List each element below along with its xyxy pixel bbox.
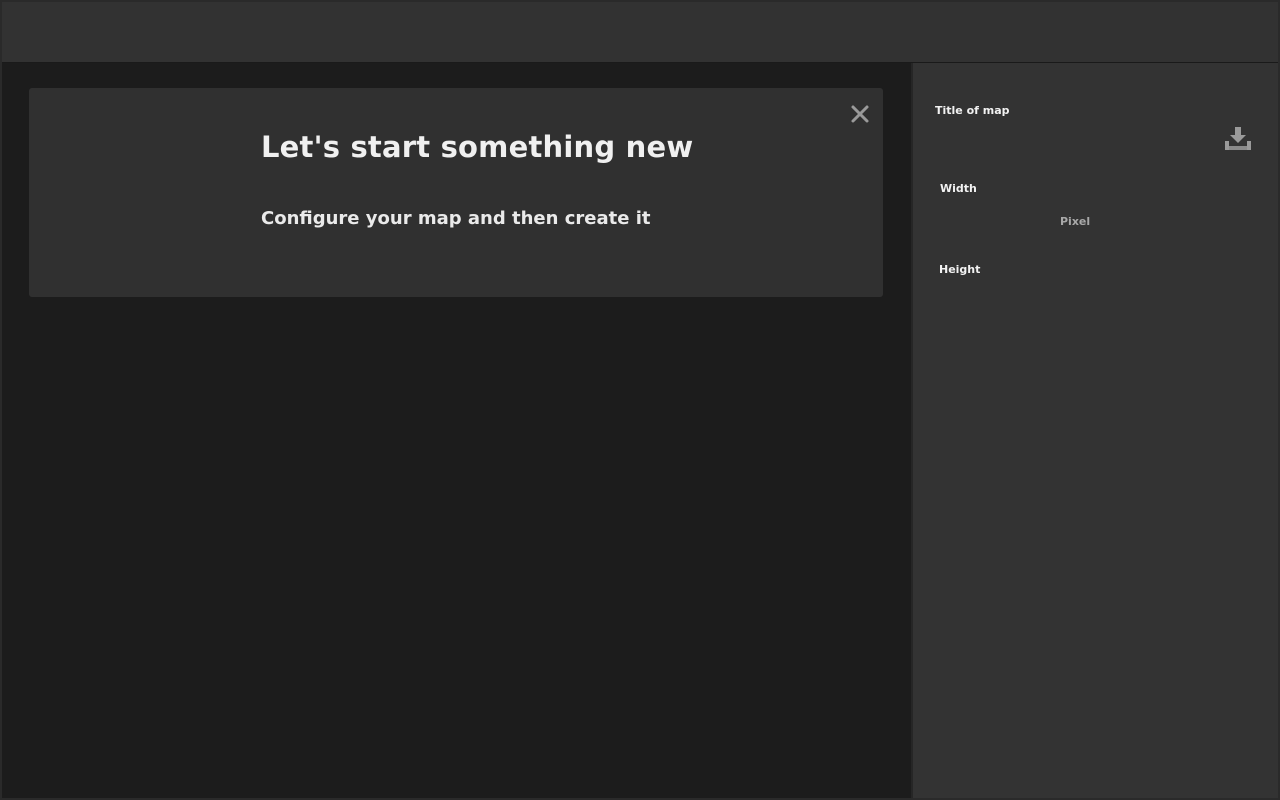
map-config-sidebar: Title of map Width Pixel Height — [911, 63, 1278, 798]
download-button[interactable] — [1222, 125, 1254, 153]
height-label: Height — [939, 263, 981, 276]
welcome-card: Let's start something new Configure your… — [29, 88, 883, 297]
download-icon — [1225, 127, 1251, 150]
welcome-title: Let's start something new — [261, 130, 694, 164]
width-unit-label: Pixel — [1060, 215, 1091, 228]
close-welcome-button[interactable] — [845, 99, 875, 129]
welcome-subtitle: Configure your map and then create it — [261, 208, 651, 229]
title-of-map-label: Title of map — [935, 104, 1010, 117]
close-icon — [851, 105, 869, 123]
top-toolbar — [2, 2, 1278, 63]
app-window: Let's start something new Configure your… — [0, 0, 1280, 800]
main-canvas-area: Let's start something new Configure your… — [2, 63, 910, 798]
width-label: Width — [940, 182, 977, 195]
